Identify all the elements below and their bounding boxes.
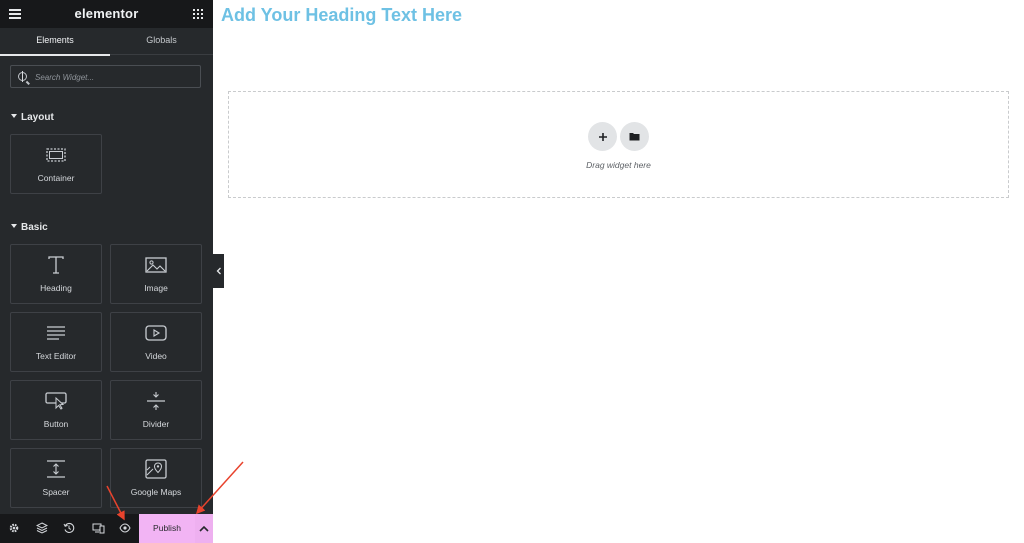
page-heading[interactable]: Add Your Heading Text Here (221, 5, 462, 26)
divider-icon (111, 391, 201, 411)
preview-eye-icon[interactable] (118, 521, 132, 535)
widget-label: Text Editor (35, 351, 77, 361)
navigator-layers-icon[interactable] (35, 521, 49, 535)
publish-button[interactable]: Publish (139, 514, 195, 543)
widget-label: Google Maps (130, 487, 182, 497)
video-icon (111, 323, 201, 343)
tab-elements[interactable]: Elements (0, 28, 110, 56)
caret-down-icon (11, 224, 17, 228)
widget-label: Image (144, 283, 168, 293)
container-icon (11, 145, 101, 165)
widget-label: Container (37, 173, 75, 183)
widgets-grid-icon[interactable] (193, 9, 203, 19)
search-widget-input[interactable] (33, 69, 197, 86)
widget-label: Heading (40, 283, 72, 293)
widget-button[interactable]: Button (10, 380, 102, 440)
plus-icon (598, 132, 607, 141)
settings-icon[interactable] (7, 521, 21, 535)
google-maps-icon (111, 459, 201, 479)
panel-header: elementor (0, 0, 213, 28)
elementor-panel: elementor Elements Globals Layout Contai… (0, 0, 213, 543)
widget-video[interactable]: Video (110, 312, 202, 372)
widget-container[interactable]: Container (10, 134, 102, 194)
text-cursor (22, 71, 23, 82)
heading-icon (11, 255, 101, 275)
section-basic-header[interactable]: Basic (11, 222, 48, 233)
widget-spacer[interactable]: Spacer (10, 448, 102, 508)
search-box (10, 65, 201, 88)
collapse-panel-chevron-left-icon[interactable] (213, 254, 224, 288)
widget-text-editor[interactable]: Text Editor (10, 312, 102, 372)
drop-zone[interactable]: Drag widget here (228, 91, 1009, 198)
publish-options-chevron-up-icon[interactable] (195, 514, 213, 543)
widget-label: Spacer (42, 487, 70, 497)
widget-divider[interactable]: Divider (110, 380, 202, 440)
widget-image[interactable]: Image (110, 244, 202, 304)
history-icon[interactable] (62, 521, 76, 535)
widget-label: Button (43, 419, 69, 429)
caret-down-icon (11, 114, 17, 118)
section-layout-header[interactable]: Layout (11, 112, 54, 123)
widget-label: Divider (142, 419, 170, 429)
widget-heading[interactable]: Heading (10, 244, 102, 304)
tab-globals[interactable]: Globals (110, 28, 213, 54)
spacer-icon (11, 459, 101, 479)
folder-icon (629, 133, 640, 141)
widget-google-maps[interactable]: Google Maps (110, 448, 202, 508)
image-icon (111, 255, 201, 275)
section-basic-title: Basic (21, 222, 48, 233)
elementor-logo: elementor (74, 6, 139, 21)
responsive-mode-icon[interactable] (91, 521, 105, 535)
drop-zone-hint: Drag widget here (586, 160, 651, 170)
widget-label: Video (145, 351, 167, 361)
add-template-button[interactable] (620, 122, 649, 151)
button-icon (11, 391, 101, 411)
add-section-button[interactable] (588, 122, 617, 151)
panel-tabs: Elements Globals (0, 28, 213, 56)
text-editor-icon (11, 323, 101, 343)
section-layout-title: Layout (21, 112, 54, 123)
